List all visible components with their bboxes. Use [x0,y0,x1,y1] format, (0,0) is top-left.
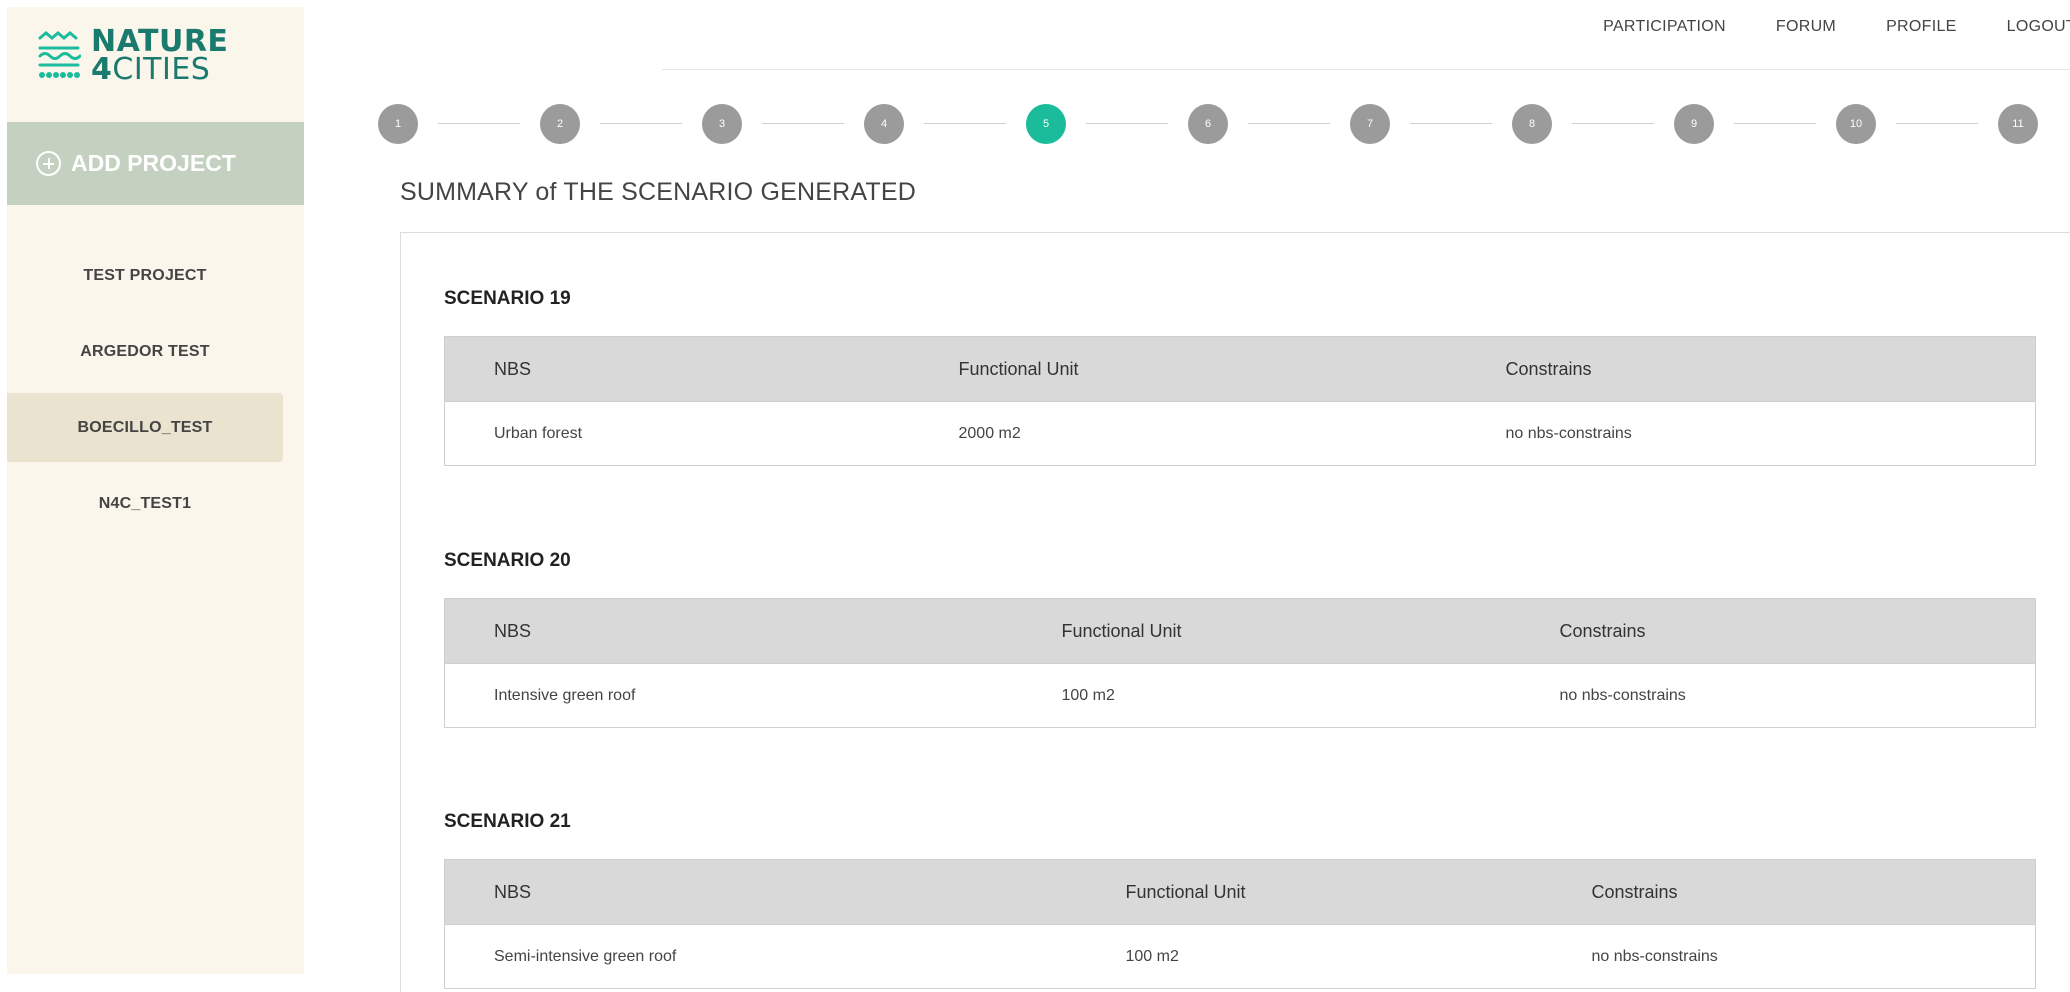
table-row: Intensive green roof 100 m2 no nbs-const… [444,663,2036,728]
stepper-connector [1896,123,1978,124]
cell-nbs: Intensive green roof [444,663,1062,728]
top-nav: PARTICIPATION FORUM PROFILE LOGOUT [1603,18,2070,36]
step-4[interactable]: 4 [864,104,904,144]
progress-stepper: 1 2 3 4 5 6 7 8 9 10 11 [378,104,2038,144]
column-header-functional-unit: Functional Unit [958,336,1506,402]
nav-participation[interactable]: PARTICIPATION [1603,18,1726,36]
table-row: Urban forest 2000 m2 no nbs-constrains [444,401,2036,466]
nav-divider [662,69,2070,70]
page-title: SUMMARY of THE SCENARIO GENERATED [400,178,916,206]
stepper-connector [1410,123,1492,124]
brand-logo[interactable]: NATURE 4CITIES [37,24,228,88]
scenario-title: SCENARIO 20 [444,550,571,571]
scenario-block: SCENARIO 20 NBS Functional Unit Constrai… [444,550,2036,728]
table-row: Semi-intensive green roof 100 m2 no nbs-… [444,924,2036,989]
column-header-constrains: Constrains [1591,859,2036,925]
step-2[interactable]: 2 [540,104,580,144]
scenario-block: SCENARIO 19 NBS Functional Unit Constrai… [444,288,2036,466]
column-header-functional-unit: Functional Unit [1125,859,1592,925]
brand-line2-number: 4 [91,52,113,87]
table-header-row: NBS Functional Unit Constrains [444,598,2036,664]
scenario-table: NBS Functional Unit Constrains Intensive… [444,598,2036,728]
stepper-connector [600,123,682,124]
column-header-nbs: NBS [444,598,1062,664]
stepper-connector [1248,123,1330,124]
table-header-row: NBS Functional Unit Constrains [444,859,2036,925]
scenario-summary: SCENARIO 19 NBS Functional Unit Constrai… [400,232,2070,992]
step-5[interactable]: 5 [1026,104,1066,144]
step-10[interactable]: 10 [1836,104,1876,144]
waves-icon [37,30,81,82]
add-project-label: ADD PROJECT [71,150,236,176]
scenario-block: SCENARIO 21 NBS Functional Unit Constrai… [444,811,2036,989]
sidebar-item-boecillo-test[interactable]: BOECILLO_TEST [7,393,283,462]
step-1[interactable]: 1 [378,104,418,144]
sidebar: NATURE 4CITIES ADD PROJECT TEST PROJECT … [7,7,304,974]
sidebar-item-label: TEST PROJECT [83,266,207,284]
cell-nbs: Semi-intensive green roof [444,924,1126,989]
cell-functional-unit: 100 m2 [1125,924,1592,989]
sidebar-item-argedor-test[interactable]: ARGEDOR TEST [7,317,283,386]
brand-line2-text: CITIES [112,52,211,87]
cell-functional-unit: 2000 m2 [958,401,1506,466]
stepper-connector [1572,123,1654,124]
add-project-button[interactable]: ADD PROJECT [7,122,304,205]
scenario-table: NBS Functional Unit Constrains Semi-inte… [444,859,2036,989]
column-header-nbs: NBS [444,859,1126,925]
stepper-connector [1734,123,1816,124]
cell-constrains: no nbs-constrains [1591,924,2036,989]
cell-nbs: Urban forest [444,401,959,466]
project-list: TEST PROJECT ARGEDOR TEST BOECILLO_TEST … [7,241,304,545]
stepper-connector [762,123,844,124]
scenario-table: NBS Functional Unit Constrains Urban for… [444,336,2036,466]
column-header-constrains: Constrains [1559,598,2036,664]
step-3[interactable]: 3 [702,104,742,144]
column-header-functional-unit: Functional Unit [1061,598,1560,664]
cell-constrains: no nbs-constrains [1559,663,2036,728]
brand-name: NATURE 4CITIES [91,27,228,85]
column-header-constrains: Constrains [1505,336,2036,402]
step-9[interactable]: 9 [1674,104,1714,144]
nav-forum[interactable]: FORUM [1776,18,1836,36]
brand-line2: 4CITIES [91,55,228,85]
nav-profile[interactable]: PROFILE [1886,18,1957,36]
step-11[interactable]: 11 [1998,104,2038,144]
plus-circle-icon [36,151,61,176]
column-header-nbs: NBS [444,336,959,402]
scenario-title: SCENARIO 21 [444,811,571,832]
table-header-row: NBS Functional Unit Constrains [444,336,2036,402]
step-6[interactable]: 6 [1188,104,1228,144]
step-7[interactable]: 7 [1350,104,1390,144]
sidebar-item-label: BOECILLO_TEST [77,418,213,436]
scenario-title: SCENARIO 19 [444,288,571,309]
step-8[interactable]: 8 [1512,104,1552,144]
sidebar-item-n4c-test1[interactable]: N4C_TEST1 [7,469,283,538]
nav-logout[interactable]: LOGOUT [2007,18,2070,36]
cell-functional-unit: 100 m2 [1061,663,1560,728]
cell-constrains: no nbs-constrains [1505,401,2036,466]
stepper-connector [438,123,520,124]
stepper-connector [924,123,1006,124]
stepper-connector [1086,123,1168,124]
sidebar-item-label: N4C_TEST1 [98,494,192,512]
sidebar-item-label: ARGEDOR TEST [80,342,210,360]
sidebar-item-test-project[interactable]: TEST PROJECT [7,241,283,310]
